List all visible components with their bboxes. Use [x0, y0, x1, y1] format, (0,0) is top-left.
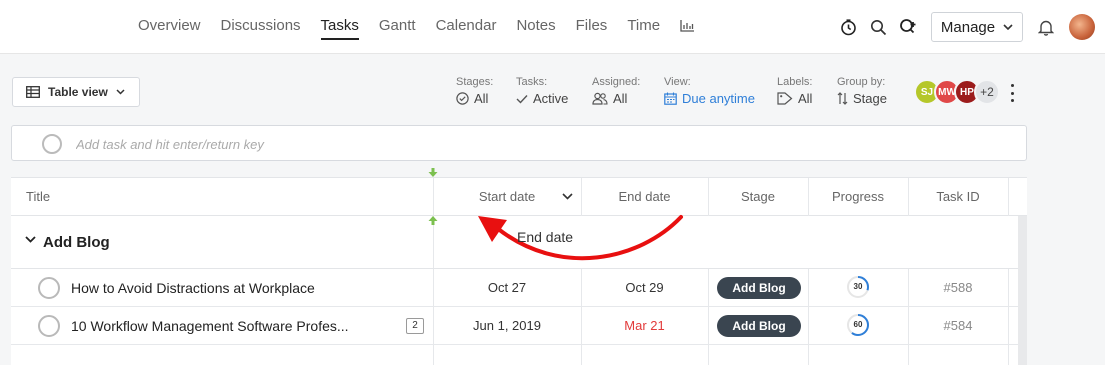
calendar-icon	[664, 92, 677, 105]
column-divider	[581, 178, 582, 216]
manage-button[interactable]: Manage	[931, 12, 1023, 42]
task-start-date[interactable]: Oct 27	[433, 280, 581, 295]
add-task-bar	[11, 125, 1027, 161]
comment-count-badge[interactable]: 2	[406, 318, 424, 334]
manage-label: Manage	[940, 18, 996, 36]
bar-chart-icon	[680, 20, 695, 32]
group-by-filter-label: Group by:	[837, 76, 886, 88]
sort-icon	[837, 92, 848, 105]
column-divider	[808, 178, 809, 216]
task-title[interactable]: 10 Workflow Management Software Profes..…	[71, 318, 349, 334]
table-view-dropdown[interactable]: Table view	[12, 77, 140, 107]
task-id: #588	[943, 280, 973, 295]
bell-icon[interactable]	[1035, 16, 1057, 38]
task-complete-checkbox[interactable]	[38, 315, 60, 337]
vertical-scrollbar[interactable]	[1018, 216, 1027, 365]
top-navigation: Overview Discussions Tasks Gantt Calenda…	[0, 0, 1105, 54]
task-end-date-overdue[interactable]: Mar 21	[581, 318, 708, 333]
column-divider	[908, 178, 909, 216]
drag-arrow-down-icon	[428, 168, 438, 177]
view-filter-label: View:	[664, 76, 691, 88]
add-task-input[interactable]	[76, 132, 976, 156]
assigned-filter-value: All	[613, 91, 628, 106]
task-table: Title Start date End date Stage Progress…	[11, 168, 1027, 365]
column-divider	[708, 178, 709, 216]
labels-filter-label: Labels:	[777, 76, 813, 88]
stages-filter-label: Stages:	[456, 76, 494, 88]
group-by-filter[interactable]: Group by: Stage	[837, 76, 887, 106]
stages-filter[interactable]: Stages: All	[456, 76, 493, 106]
column-progress[interactable]: Progress	[808, 178, 908, 216]
tasks-filter-label: Tasks:	[516, 76, 548, 88]
more-members-badge[interactable]: +2	[974, 79, 1000, 105]
task-end-date[interactable]: Oct 29	[581, 280, 708, 295]
tab-reports[interactable]	[680, 0, 695, 54]
task-checkbox-icon	[42, 134, 62, 154]
stage-badge[interactable]: Add Blog	[717, 315, 801, 337]
timer-icon[interactable]	[837, 16, 859, 38]
project-members[interactable]: SJ MW HP +2	[914, 79, 1000, 105]
task-row[interactable]: How to Avoid Distractions at Workplace O…	[11, 269, 1018, 307]
tab-discussions[interactable]: Discussions	[221, 0, 301, 54]
project-tabs: Overview Discussions Tasks Gantt Calenda…	[138, 0, 714, 54]
tab-notes[interactable]: Notes	[516, 0, 555, 54]
column-start-date[interactable]: Start date	[433, 178, 581, 216]
chevron-down-icon	[116, 89, 125, 95]
tab-time[interactable]: Time	[627, 0, 660, 54]
tasks-filter-value: Active	[533, 91, 569, 106]
search-icon[interactable]	[867, 16, 889, 38]
stage-badge[interactable]: Add Blog	[717, 277, 801, 299]
task-id: #584	[943, 318, 973, 333]
check-icon	[516, 94, 528, 104]
column-title[interactable]: Title	[26, 178, 50, 216]
labels-filter[interactable]: Labels: All	[777, 76, 812, 106]
tab-overview[interactable]: Overview	[138, 0, 201, 54]
view-filter[interactable]: View: Due anytime	[664, 76, 755, 106]
progress-ring[interactable]: 30	[846, 275, 870, 299]
column-start-date-label: Start date	[478, 189, 536, 204]
column-divider	[1008, 178, 1009, 216]
tab-gantt[interactable]: Gantt	[379, 0, 416, 54]
chevron-down-icon[interactable]	[25, 236, 36, 243]
progress-ring[interactable]: 60	[846, 313, 870, 337]
users-icon	[592, 92, 608, 105]
chevron-down-icon	[1003, 24, 1013, 30]
tab-files[interactable]: Files	[576, 0, 608, 54]
task-complete-checkbox[interactable]	[38, 277, 60, 299]
tab-tasks[interactable]: Tasks	[320, 0, 360, 54]
view-filter-value: Due anytime	[682, 91, 755, 106]
tab-calendar[interactable]: Calendar	[436, 0, 497, 54]
tag-icon	[777, 92, 793, 105]
progress-value: 60	[853, 320, 863, 329]
quick-add-icon[interactable]	[897, 16, 919, 38]
tasks-filter[interactable]: Tasks: Active	[516, 76, 568, 106]
stage-group-name: Add Blog	[43, 234, 110, 251]
stage-group-header[interactable]: Add Blog	[11, 216, 1018, 269]
stages-filter-value: All	[474, 91, 489, 106]
table-view-label: Table view	[48, 85, 108, 99]
task-row[interactable]: 10 Workflow Management Software Profes..…	[11, 307, 1018, 345]
header-actions: Manage	[829, 0, 1095, 54]
table-icon	[26, 86, 40, 98]
column-task-id[interactable]: Task ID	[908, 178, 1008, 216]
more-options-icon[interactable]	[1006, 84, 1018, 102]
assigned-filter[interactable]: Assigned: All	[592, 76, 640, 106]
column-end-date[interactable]: End date	[581, 178, 708, 216]
task-start-date[interactable]: Jun 1, 2019	[433, 318, 581, 333]
table-header: Title Start date End date Stage Progress…	[11, 178, 1027, 216]
column-stage[interactable]: Stage	[708, 178, 808, 216]
check-circle-icon	[456, 92, 469, 105]
group-by-filter-value: Stage	[853, 91, 887, 106]
progress-value: 30	[853, 282, 863, 291]
annotation-label: End date	[517, 229, 574, 245]
chevron-down-icon[interactable]	[562, 193, 573, 200]
labels-filter-value: All	[798, 91, 813, 106]
task-title[interactable]: How to Avoid Distractions at Workplace	[71, 280, 315, 296]
assigned-filter-label: Assigned:	[592, 76, 641, 88]
user-avatar[interactable]	[1069, 14, 1095, 40]
